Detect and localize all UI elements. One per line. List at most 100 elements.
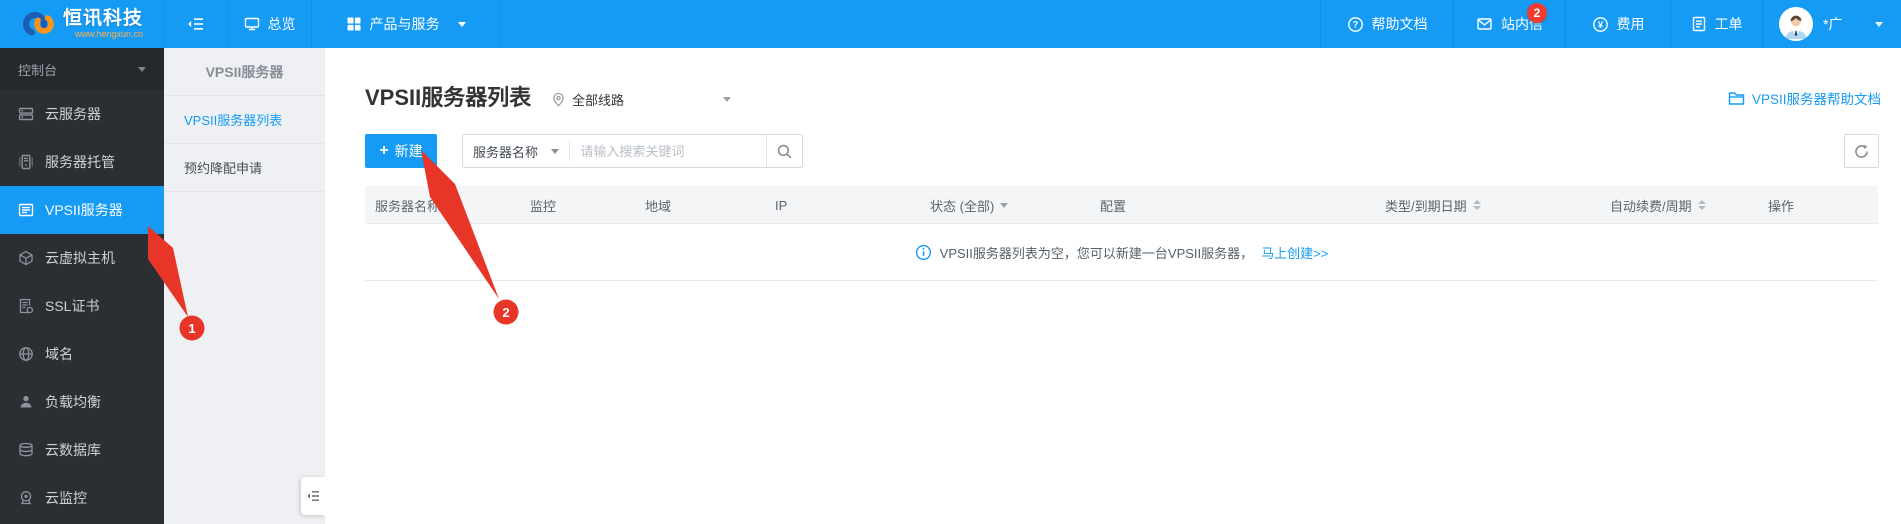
search-field-select[interactable]: 服务器名称 <box>463 135 569 167</box>
sort-icon[interactable] <box>1473 200 1481 210</box>
empty-state: VPSII服务器列表为空，您可以新建一台VPSII服务器， 马上创建>> <box>365 224 1878 281</box>
nav-tickets[interactable]: 工单 <box>1670 0 1762 48</box>
search-field-value: 服务器名称 <box>473 142 538 161</box>
console-chevron-down-icon <box>138 67 146 72</box>
main-content: VPSII服务器列表 全部线路 VPSII服务器帮助文档 <box>325 48 1901 524</box>
sidebar-item-cloud-monitoring[interactable]: 云监控 <box>0 474 164 522</box>
logo-url: www.hengxun.cn <box>63 30 143 39</box>
nav-products[interactable]: 产品与服务 <box>312 0 500 48</box>
globe-icon <box>18 346 34 362</box>
sidebar-item-ssl-cert[interactable]: SSL证书 <box>0 282 164 330</box>
nav-fees[interactable]: ¥ 费用 <box>1565 0 1670 48</box>
submenu: VPSII服务器 VPSII服务器列表 预约降配申请 <box>164 48 325 524</box>
column-region: 地域 <box>645 186 671 224</box>
column-server-name: 服务器名称 <box>375 186 454 224</box>
nav-help-docs[interactable]: ? 帮助文档 <box>1320 0 1453 48</box>
nav-help-label: 帮助文档 <box>1372 14 1428 34</box>
cube-icon <box>18 250 34 266</box>
create-button[interactable]: + 新建 <box>365 134 437 168</box>
user-menu[interactable]: *广 <box>1762 0 1901 48</box>
sidebar-item-label: SSL证书 <box>45 296 99 316</box>
sidebar-item-label: 云监控 <box>45 488 87 508</box>
nav-fees-label: 费用 <box>1617 14 1645 34</box>
location-pin-icon <box>551 92 566 107</box>
nav-overview-label: 总览 <box>268 14 296 34</box>
logo-title: 恒讯科技 <box>63 9 143 28</box>
nav-products-label: 产品与服务 <box>370 14 440 34</box>
search-group: 服务器名称 <box>462 134 803 168</box>
nav-messages[interactable]: 站内信 2 <box>1453 0 1565 48</box>
sidebar-collapse-button[interactable] <box>164 0 228 48</box>
search-icon <box>776 143 793 160</box>
sidebar-item-label: 服务器托管 <box>45 152 115 172</box>
search-field-chevron-icon <box>551 149 559 154</box>
username: *广 <box>1823 14 1842 34</box>
sidebar-item-label: 云服务器 <box>45 104 101 124</box>
logo-mark-icon <box>20 6 56 42</box>
sidebar-item-cloud-server[interactable]: 云服务器 <box>0 90 164 138</box>
column-type-expiry: 类型/到期日期 <box>1385 186 1481 224</box>
submenu-item-label: VPSII服务器列表 <box>184 110 282 129</box>
refresh-button[interactable] <box>1844 134 1879 168</box>
sort-icon[interactable] <box>446 200 454 210</box>
sidebar-item-cloud-vhost[interactable]: 云虚拟主机 <box>0 234 164 282</box>
sidebar-item-load-balancer[interactable]: 负载均衡 <box>0 378 164 426</box>
sidebar-item-vpsii-server[interactable]: VPSII服务器 <box>0 186 164 234</box>
column-configuration: 配置 <box>1100 186 1126 224</box>
info-icon <box>915 244 932 261</box>
webcam-icon <box>18 490 34 506</box>
column-ip: IP <box>775 186 787 224</box>
refresh-icon <box>1853 143 1870 160</box>
create-now-link[interactable]: 马上创建>> <box>1261 243 1328 262</box>
search-button[interactable] <box>766 135 802 167</box>
line-filter-select[interactable]: 全部线路 <box>551 90 731 109</box>
sidebar-item-label: VPSII服务器 <box>45 200 123 220</box>
line-filter-value: 全部线路 <box>572 90 624 109</box>
status-chevron-icon <box>1000 203 1008 208</box>
mail-icon <box>1476 16 1493 32</box>
grid-icon <box>346 16 362 32</box>
topbar: 恒讯科技 www.hengxun.cn 总览 <box>0 0 1901 48</box>
plus-icon: + <box>379 143 388 159</box>
sidebar: 控制台 云服务器 服务器托 <box>0 48 164 524</box>
svg-text:¥: ¥ <box>1597 19 1603 30</box>
vpsii-help-link[interactable]: VPSII服务器帮助文档 <box>1728 88 1881 108</box>
sort-icon[interactable] <box>1698 200 1706 210</box>
svg-text:?: ? <box>1352 19 1358 29</box>
database-icon <box>18 442 34 458</box>
console-label: 控制台 <box>18 60 57 79</box>
sidebar-item-label: 云数据库 <box>45 440 101 460</box>
nav-tickets-label: 工单 <box>1715 14 1743 34</box>
monitor-icon <box>244 16 260 32</box>
avatar <box>1779 7 1813 41</box>
vpsii-list-icon <box>18 202 34 218</box>
person-icon <box>18 394 34 410</box>
line-filter-chevron-icon <box>723 97 731 102</box>
nav-overview[interactable]: 总览 <box>228 0 312 48</box>
toolbar: + 新建 服务器名称 <box>365 134 1879 168</box>
create-button-label: 新建 <box>395 141 423 161</box>
ticket-doc-icon <box>1691 16 1707 32</box>
logo[interactable]: 恒讯科技 www.hengxun.cn <box>0 0 164 48</box>
submenu-item-downgrade-request[interactable]: 预约降配申请 <box>164 144 325 192</box>
user-chevron-down-icon <box>1875 22 1883 27</box>
vpsii-help-label: VPSII服务器帮助文档 <box>1752 88 1881 108</box>
column-status-filter[interactable]: 状态 (全部) <box>930 186 1008 224</box>
search-input[interactable] <box>570 135 766 167</box>
app-root: 恒讯科技 www.hengxun.cn 总览 <box>0 0 1901 524</box>
column-monitoring: 监控 <box>530 186 556 224</box>
column-actions: 操作 <box>1768 186 1794 224</box>
submenu-collapse-toggle[interactable] <box>301 477 325 515</box>
collapse-icon <box>187 16 204 32</box>
sidebar-item-server-hosting[interactable]: 服务器托管 <box>0 138 164 186</box>
submenu-item-vpsii-list[interactable]: VPSII服务器列表 <box>164 96 325 144</box>
sidebar-item-domain[interactable]: 域名 <box>0 330 164 378</box>
console-selector[interactable]: 控制台 <box>0 48 164 90</box>
column-auto-renew: 自动续费/周期 <box>1610 186 1706 224</box>
sidebar-item-cloud-database[interactable]: 云数据库 <box>0 426 164 474</box>
empty-state-text: VPSII服务器列表为空，您可以新建一台VPSII服务器， <box>940 243 1253 262</box>
server-hosting-icon <box>18 154 34 170</box>
sidebar-item-label: 域名 <box>45 344 73 364</box>
cloud-server-icon <box>18 106 34 122</box>
folder-icon <box>1728 91 1745 106</box>
